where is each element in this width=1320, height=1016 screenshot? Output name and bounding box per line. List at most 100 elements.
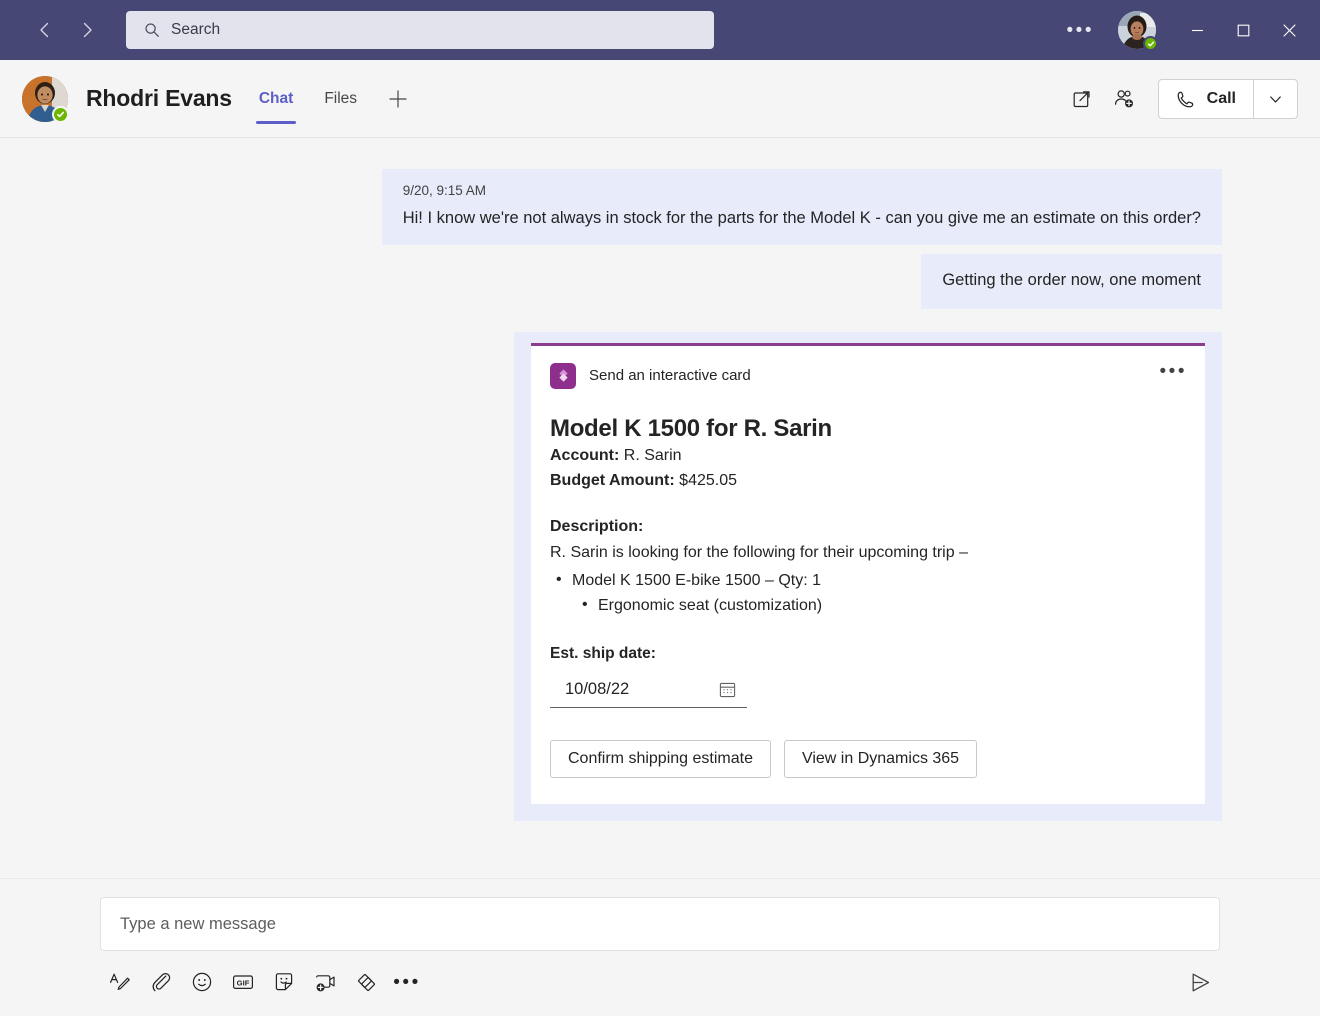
add-person-icon bbox=[1114, 90, 1133, 108]
card-description-text: R. Sarin is looking for the following fo… bbox=[550, 543, 968, 561]
compose-area: Type a new message GIF ••• bbox=[0, 878, 1320, 1016]
card-field-budget-value: $425.05 bbox=[679, 472, 738, 490]
search-input[interactable]: Search bbox=[126, 11, 714, 49]
card-field-account-label: Account: bbox=[550, 446, 620, 464]
ship-date-input[interactable]: 10/08/22 bbox=[550, 672, 747, 708]
power-automate-icon bbox=[550, 362, 576, 389]
message-list: 9/20, 9:15 AM Hi! I know we're not alway… bbox=[0, 138, 1320, 878]
user-avatar[interactable] bbox=[1118, 11, 1158, 51]
card-title: Model K 1500 for R. Sarin bbox=[550, 414, 832, 442]
page-title: Rhodri Evans bbox=[86, 85, 232, 111]
presence-badge-available bbox=[1143, 36, 1158, 51]
adaptive-card-bubble: Send an interactive card ••• Model K 150… bbox=[514, 331, 1222, 821]
close-button[interactable] bbox=[1266, 0, 1312, 60]
card-field-budget: Budget Amount: $425.05 bbox=[550, 468, 1186, 494]
close-icon bbox=[1282, 23, 1296, 37]
maximize-button[interactable] bbox=[1220, 0, 1266, 60]
meet-now-icon bbox=[316, 975, 335, 992]
svg-text:GIF: GIF bbox=[237, 979, 250, 988]
card-actions: Confirm shipping estimate View in Dynami… bbox=[550, 739, 1186, 778]
sticker-button[interactable] bbox=[264, 962, 304, 1002]
contact-avatar[interactable] bbox=[22, 75, 69, 123]
card-header-label: Send an interactive card bbox=[589, 367, 751, 385]
add-tab-button[interactable] bbox=[385, 86, 411, 112]
power-automate-glyph-icon bbox=[558, 369, 568, 382]
adaptive-card: Send an interactive card ••• Model K 150… bbox=[531, 342, 1205, 804]
call-button-group: Call bbox=[1157, 79, 1298, 119]
attach-button[interactable] bbox=[141, 962, 181, 1002]
search-icon bbox=[145, 23, 159, 37]
contact-presence-badge bbox=[52, 105, 69, 123]
message-row-incoming: 9/20, 9:15 AM Hi! I know we're not alway… bbox=[0, 138, 1222, 246]
message-row-outgoing: Getting the order now, one moment bbox=[0, 245, 1222, 309]
chevron-left-icon bbox=[40, 22, 49, 38]
forward-button[interactable] bbox=[76, 17, 98, 43]
check-icon bbox=[56, 111, 65, 117]
chat-header-actions: Call bbox=[1064, 60, 1298, 138]
sticker-icon bbox=[275, 973, 293, 991]
navigation-arrows bbox=[34, 17, 98, 43]
minimize-icon bbox=[1191, 29, 1203, 31]
card-more-button[interactable]: ••• bbox=[1160, 362, 1187, 381]
back-button[interactable] bbox=[34, 17, 56, 43]
chat-header: Rhodri Evans Chat Files Call bbox=[0, 60, 1320, 138]
tab-files[interactable]: Files bbox=[321, 60, 360, 138]
send-button[interactable] bbox=[1180, 962, 1220, 1002]
message-bubble[interactable]: Getting the order now, one moment bbox=[921, 254, 1222, 309]
card-field-account: Account: R. Sarin bbox=[550, 443, 1186, 469]
list-item: Ergonomic seat (customization) bbox=[550, 593, 1186, 619]
maximize-icon bbox=[1237, 24, 1249, 36]
titlebar-more-button[interactable]: ••• bbox=[1055, 21, 1106, 40]
send-icon bbox=[1192, 973, 1209, 991]
apps-icon bbox=[357, 973, 376, 992]
popout-icon bbox=[1073, 91, 1090, 108]
call-label: Call bbox=[1206, 90, 1236, 107]
chevron-down-icon bbox=[1270, 95, 1281, 103]
attach-icon bbox=[152, 972, 171, 992]
calendar-icon[interactable] bbox=[718, 680, 737, 699]
card-bullet-list: Model K 1500 E-bike 1500 – Qty: 1 Ergono… bbox=[550, 568, 1186, 619]
minimize-button[interactable] bbox=[1174, 0, 1220, 60]
card-field-budget-label: Budget Amount: bbox=[550, 472, 675, 490]
title-bar: Search ••• bbox=[0, 0, 1320, 60]
search-placeholder: Search bbox=[171, 21, 221, 38]
apps-button[interactable] bbox=[346, 962, 386, 1002]
call-options-button[interactable] bbox=[1253, 80, 1297, 118]
confirm-shipping-estimate-button[interactable]: Confirm shipping estimate bbox=[550, 739, 771, 778]
title-bar-right: ••• bbox=[1055, 0, 1320, 60]
message-input[interactable]: Type a new message bbox=[100, 897, 1220, 951]
message-row-card: Send an interactive card ••• Model K 150… bbox=[0, 309, 1222, 821]
phone-icon bbox=[1177, 91, 1193, 107]
ship-date-value: 10/08/22 bbox=[565, 679, 630, 698]
gif-icon: GIF bbox=[232, 975, 253, 989]
plus-icon bbox=[389, 89, 407, 108]
card-field-account-value: R. Sarin bbox=[623, 446, 682, 464]
chevron-right-icon bbox=[83, 22, 92, 38]
message-input-placeholder: Type a new message bbox=[120, 914, 276, 933]
calendar-glyph-icon bbox=[719, 682, 736, 697]
emoji-button[interactable] bbox=[182, 962, 222, 1002]
card-description-label: Description: bbox=[550, 517, 644, 535]
message-timestamp: 9/20, 9:15 AM bbox=[402, 183, 487, 198]
compose-toolbar: GIF ••• bbox=[100, 951, 1220, 1013]
message-text: Getting the order now, one moment bbox=[942, 271, 1201, 290]
format-button[interactable] bbox=[100, 962, 140, 1002]
add-people-button[interactable] bbox=[1106, 81, 1142, 117]
card-body: Model K 1500 for R. Sarin Account: R. Sa… bbox=[531, 415, 1205, 804]
card-header: Send an interactive card ••• bbox=[531, 346, 1205, 389]
popout-chat-button[interactable] bbox=[1064, 81, 1100, 117]
format-icon bbox=[110, 973, 130, 990]
gif-button[interactable]: GIF bbox=[223, 962, 263, 1002]
view-in-dynamics-button[interactable]: View in Dynamics 365 bbox=[783, 739, 978, 778]
compose-more-button[interactable]: ••• bbox=[387, 962, 427, 1002]
list-item: Model K 1500 E-bike 1500 – Qty: 1 bbox=[550, 568, 1186, 594]
chat-tabs: Chat Files bbox=[255, 60, 411, 138]
call-button[interactable]: Call bbox=[1159, 80, 1253, 118]
ship-date-label: Est. ship date: bbox=[550, 644, 656, 662]
meet-now-button[interactable] bbox=[305, 962, 345, 1002]
message-text: Hi! I know we're not always in stock for… bbox=[402, 209, 1201, 227]
check-icon bbox=[1147, 41, 1154, 46]
emoji-icon bbox=[192, 972, 212, 992]
tab-chat[interactable]: Chat bbox=[255, 60, 297, 138]
message-bubble[interactable]: 9/20, 9:15 AM Hi! I know we're not alway… bbox=[381, 169, 1222, 246]
